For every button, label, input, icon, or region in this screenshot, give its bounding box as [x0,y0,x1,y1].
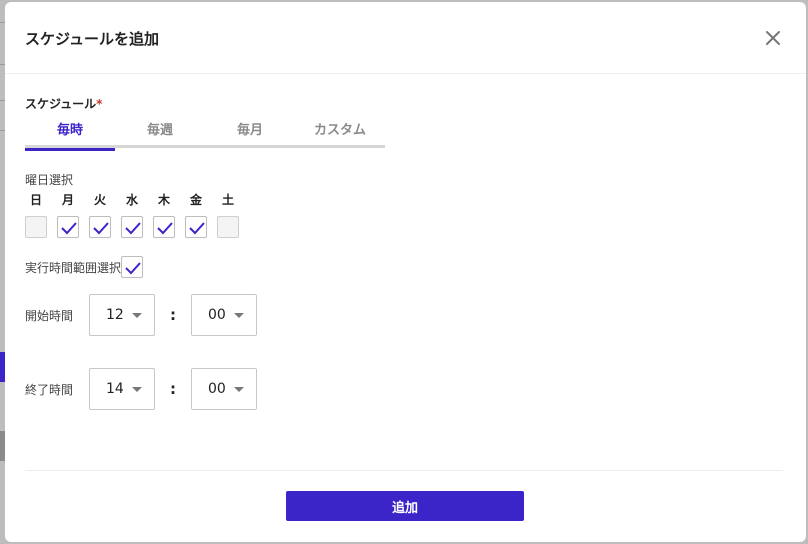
start-time-label: 開始時間 [25,308,74,323]
day-monday: 月 [57,191,89,238]
chevron-down-icon [132,312,142,318]
thursday-checkbox[interactable] [153,216,175,238]
modal-header: スケジュールを追加 [5,2,806,74]
start-hour-value: 12 [106,307,124,323]
modal-title: スケジュールを追加 [25,30,159,48]
chevron-down-icon [234,312,244,318]
end-minute-value: 00 [208,381,226,397]
day-label: 火 [93,193,106,207]
day-label: 水 [125,193,138,207]
time-separator: : [170,380,176,398]
end-minute-select[interactable]: 00 [191,368,257,410]
end-time-row: 終了時間 14 : 00 [25,368,257,410]
friday-checkbox[interactable] [185,216,207,238]
end-hour-select[interactable]: 14 [89,368,155,410]
add-button[interactable]: 追加 [286,491,524,521]
day-sunday: 日 [25,191,57,238]
tab-custom[interactable]: カスタム [295,118,385,148]
day-saturday: 土 [217,191,249,238]
day-tuesday: 火 [89,191,121,238]
chevron-down-icon [234,386,244,392]
check-icon [125,222,141,235]
day-label: 月 [61,193,74,207]
schedule-label-text: スケジュール [25,97,97,111]
tuesday-checkbox[interactable] [89,216,111,238]
start-hour-select[interactable]: 12 [89,294,155,336]
weekday-select-label: 曜日選択 [25,173,74,187]
check-icon [189,222,205,235]
time-range-label: 実行時間範囲選択 [25,260,122,275]
weekday-selector: 日 月 火 水 木 金 土 [25,191,249,238]
start-minute-select[interactable]: 00 [191,294,257,336]
monday-checkbox[interactable] [57,216,79,238]
check-icon [61,222,77,235]
schedule-label: スケジュール* [25,95,102,112]
close-button[interactable] [761,26,785,50]
tab-hourly[interactable]: 毎時 [25,118,115,151]
start-time-row: 開始時間 12 : 00 [25,294,257,336]
add-schedule-modal: スケジュールを追加 スケジュール* 毎時 毎週 毎月 カスタム 曜日選択 日 月… [5,2,806,542]
wednesday-checkbox[interactable] [121,216,143,238]
day-label: 木 [157,193,170,207]
day-label: 土 [221,193,234,207]
day-thursday: 木 [153,191,185,238]
start-minute-value: 00 [208,307,226,323]
chevron-down-icon [132,386,142,392]
saturday-checkbox[interactable] [217,216,239,238]
end-hour-value: 14 [106,381,124,397]
day-label: 日 [29,193,42,207]
check-icon [93,222,109,235]
day-label: 金 [189,193,202,207]
day-wednesday: 水 [121,191,153,238]
time-range-checkbox[interactable] [121,256,144,278]
tab-monthly[interactable]: 毎月 [205,118,295,148]
check-icon [157,222,173,235]
time-range-row: 実行時間範囲選択 [25,256,144,278]
close-icon [766,31,780,45]
sunday-checkbox[interactable] [25,216,47,238]
tab-weekly[interactable]: 毎週 [115,118,205,148]
footer-divider [25,470,783,471]
schedule-tabs: 毎時 毎週 毎月 カスタム [25,118,385,151]
required-mark: * [96,97,103,111]
check-icon [125,262,141,275]
end-time-label: 終了時間 [25,382,74,397]
day-friday: 金 [185,191,217,238]
time-separator: : [170,306,176,324]
